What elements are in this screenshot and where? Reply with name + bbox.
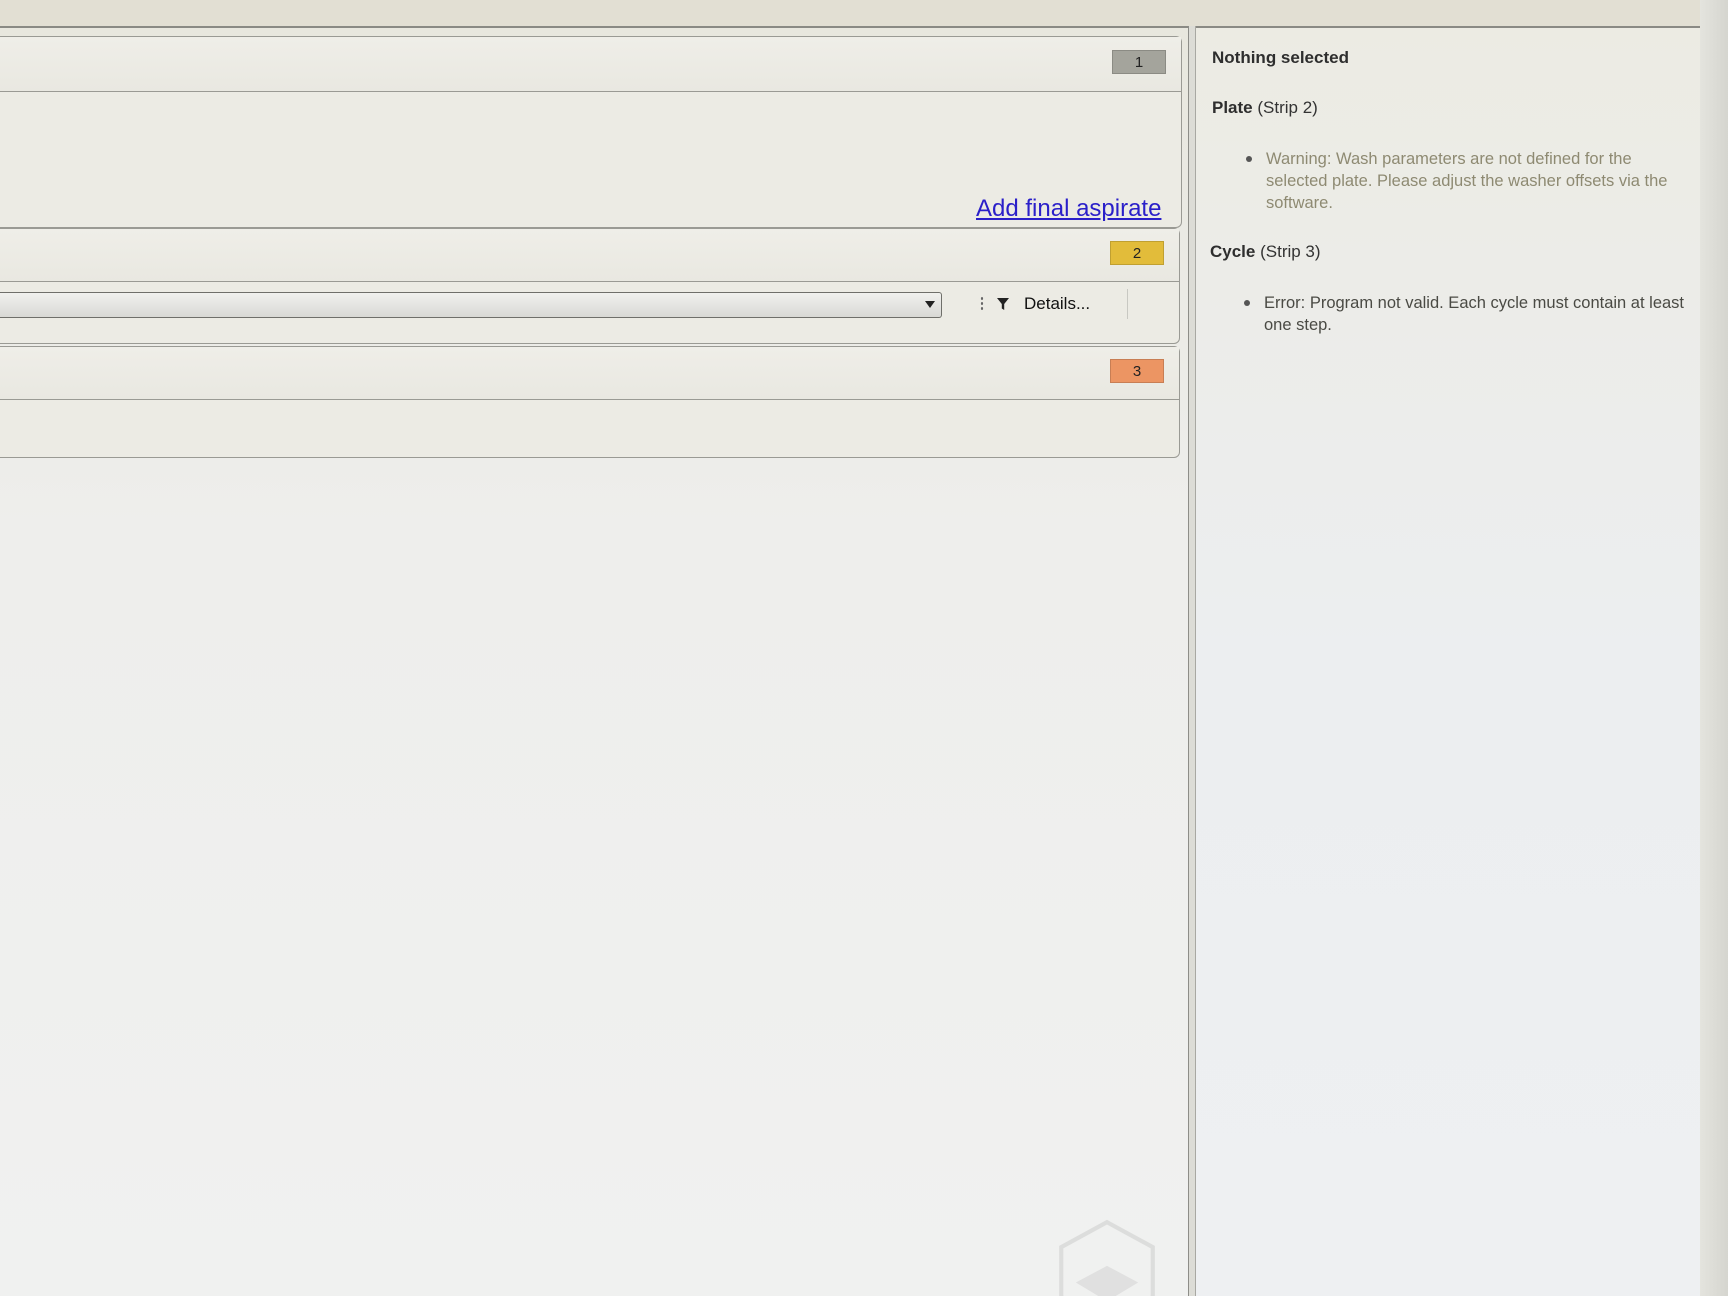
info-panel: Nothing selected Plate (Strip 2) Warning… xyxy=(1196,26,1700,1296)
cycle-section-title: Cycle (Strip 3) xyxy=(1210,242,1321,261)
cycle-error-item: Error: Program not valid. Each cycle mus… xyxy=(1244,292,1685,336)
cycle-error-text: Error: Program not valid. Each cycle mus… xyxy=(1264,294,1685,334)
info-heading: Nothing selected xyxy=(1212,48,1349,67)
step-2-select[interactable] xyxy=(0,292,942,318)
step-badge-3: 3 xyxy=(1110,359,1164,383)
step-panel-3-header[interactable]: 3 xyxy=(0,347,1179,400)
main-workspace: 1 Add final aspirate 2 Details... 3 xyxy=(0,26,1188,1296)
step-panel-2-header[interactable]: 2 xyxy=(0,229,1179,282)
grip-icon xyxy=(980,296,984,312)
logo-watermark-icon xyxy=(1059,1219,1155,1296)
bullet-icon xyxy=(1244,300,1250,306)
step-badge-1: 1 xyxy=(1112,50,1166,74)
step-badge-2: 2 xyxy=(1110,241,1164,265)
window-edge xyxy=(1700,0,1728,1296)
plate-warning-item: Warning: Wash parameters are not defined… xyxy=(1246,148,1686,214)
step-panel-3[interactable]: 3 xyxy=(0,346,1180,458)
bullet-icon xyxy=(1246,156,1252,162)
plate-warning-text: Warning: Wash parameters are not defined… xyxy=(1266,150,1668,212)
top-strip xyxy=(0,0,1728,26)
step-panel-2[interactable]: 2 Details... xyxy=(0,228,1180,344)
panel-splitter[interactable] xyxy=(1188,26,1196,1296)
filter-icon xyxy=(997,298,1009,310)
plate-section-title: Plate (Strip 2) xyxy=(1212,98,1318,117)
details-button-label: Details... xyxy=(1024,294,1091,313)
add-final-aspirate-link[interactable]: Add final aspirate xyxy=(976,195,1161,223)
dropdown-arrow-icon xyxy=(925,301,935,308)
step-panel-1[interactable]: 1 Add final aspirate xyxy=(0,36,1182,228)
step-panel-1-header[interactable]: 1 xyxy=(0,37,1181,92)
details-button[interactable]: Details... xyxy=(980,289,1128,319)
